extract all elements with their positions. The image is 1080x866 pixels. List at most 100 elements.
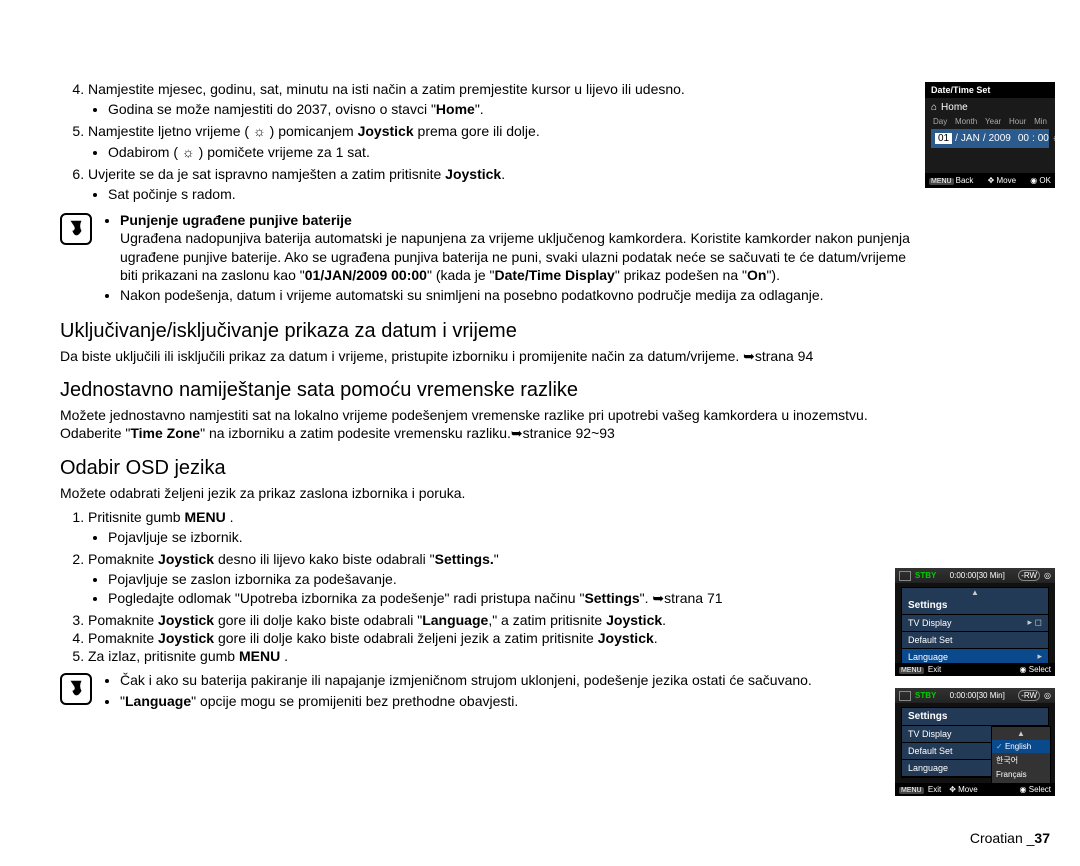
scr1-home-row: ⌂ Home bbox=[925, 98, 1055, 117]
scr1-col-headers: Day Month Year Hour Min bbox=[925, 117, 1055, 126]
scr1-home-label: Home bbox=[941, 102, 968, 113]
t: Joystick bbox=[598, 630, 654, 646]
osd-step-2: Pomaknite Joystick desno ili lijevo kako… bbox=[88, 550, 798, 607]
back-label: Back bbox=[956, 176, 974, 185]
chevron-right-icon: ▸ bbox=[1037, 651, 1042, 662]
t: gore ili dolje kako biste odabrali " bbox=[214, 612, 422, 628]
t: MENU bbox=[239, 648, 280, 664]
note-b1: Punjenje ugrađene punjive baterije bbox=[120, 212, 352, 228]
check-icon: ✓ bbox=[996, 742, 1003, 751]
t: " prikaz podešen na " bbox=[615, 267, 747, 283]
t: . bbox=[662, 612, 666, 628]
sep: / bbox=[955, 133, 958, 144]
steps-continued: Namjestite mjesec, godinu, sat, minutu n… bbox=[60, 80, 920, 203]
screenshot-column: STBY 0:00:00[30 Min] -RW ◎ ▲ Settings TV… bbox=[895, 568, 1055, 808]
body-text: Namjestite mjesec, godinu, sat, minutu n… bbox=[60, 80, 920, 712]
rw-label: -RW bbox=[1018, 570, 1040, 581]
sun-icon: ☼ bbox=[182, 144, 195, 160]
t: English bbox=[1005, 742, 1031, 751]
t: . bbox=[654, 630, 658, 646]
t: "). bbox=[766, 267, 780, 283]
t: Language bbox=[908, 763, 948, 773]
note2-li2: "Language" opcije mogu se promijeniti be… bbox=[120, 692, 812, 710]
t: Joystick bbox=[606, 612, 662, 628]
note-icon bbox=[60, 213, 92, 245]
sun-icon: ☼ bbox=[253, 123, 266, 139]
screenshot-settings: STBY 0:00:00[30 Min] -RW ◎ ▲ Settings TV… bbox=[895, 568, 1055, 676]
col-year: Year bbox=[985, 117, 1001, 126]
t: Default Set bbox=[908, 746, 953, 756]
t: Pritisnite gumb bbox=[88, 509, 184, 525]
para-b: Možete jednostavno namjestiti sat na lok… bbox=[60, 406, 920, 442]
t: Pomaknite bbox=[88, 551, 158, 567]
t: . bbox=[501, 166, 505, 182]
t: Uvjerite se da je sat ispravno namješten… bbox=[88, 166, 445, 182]
t: . bbox=[226, 509, 234, 525]
t: . bbox=[280, 648, 288, 664]
step-5: Namjestite ljetno vrijeme ( ☼ ) pomicanj… bbox=[88, 122, 920, 160]
osd2-sub2: Pogledajte odlomak "Upotreba izbornika z… bbox=[108, 589, 798, 607]
col-day: Day bbox=[933, 117, 947, 126]
step5-sub: Odabirom ( ☼ ) pomičete vrijeme za 1 sat… bbox=[108, 143, 920, 161]
t: " na izborniku a zatim podesite vremensk… bbox=[200, 425, 615, 441]
osd-step-5: Za izlaz, pritisnite gumb MENU . bbox=[88, 647, 920, 665]
t: 01/JAN/2009 00:00 bbox=[305, 267, 427, 283]
note-li-1: Punjenje ugrađene punjive baterije Ugrađ… bbox=[120, 211, 920, 284]
home-icon: ⌂ bbox=[931, 102, 937, 113]
note-icon bbox=[60, 673, 92, 705]
step6-sub: Sat počinje s radom. bbox=[108, 185, 920, 203]
chevron-right-icon: ▸ ◻ bbox=[1028, 617, 1043, 628]
t: gore ili dolje kako biste odabrali želje… bbox=[214, 630, 598, 646]
scr1-month: JAN bbox=[961, 133, 980, 144]
move-label: Move bbox=[997, 176, 1017, 185]
t: Pomaknite bbox=[88, 612, 158, 628]
col-min: Min bbox=[1034, 117, 1047, 126]
battery-icon bbox=[899, 691, 911, 701]
heading-osd-language: Odabir OSD jezika bbox=[60, 457, 920, 480]
t: ) pomičete vrijeme za 1 sat. bbox=[195, 144, 370, 160]
note2-content: Čak i ako su baterija pakiranje ili napa… bbox=[104, 671, 812, 711]
t: On bbox=[747, 267, 766, 283]
t: MENU bbox=[184, 509, 225, 525]
footer-page: 37 bbox=[1034, 830, 1050, 846]
osd-steps: Pritisnite gumb MENU . Pojavljuje se izb… bbox=[60, 508, 920, 666]
move-icon: ✥ bbox=[949, 785, 956, 794]
exit-label: Exit bbox=[928, 785, 941, 794]
row-tv-display: TV Display▸ ◻ bbox=[902, 615, 1048, 632]
osd2-sub1: Pojavljuje se zaslon izbornika za podeša… bbox=[108, 570, 798, 588]
battery-icon bbox=[899, 571, 911, 581]
stby-label: STBY bbox=[915, 571, 936, 580]
sep: / bbox=[983, 133, 986, 144]
step-4: Namjestite mjesec, godinu, sat, minutu n… bbox=[88, 80, 920, 118]
screenshot-language-select: STBY 0:00:00[30 Min] -RW ◎ Settings TV D… bbox=[895, 688, 1055, 796]
t: " bbox=[494, 551, 499, 567]
footer-lang: Croatian _ bbox=[970, 830, 1035, 846]
t: Language bbox=[125, 693, 191, 709]
note-content: Punjenje ugrađene punjive baterije Ugrađ… bbox=[104, 211, 920, 306]
osd-step-4: Pomaknite Joystick gore ili dolje kako b… bbox=[88, 629, 908, 647]
t: Za izlaz, pritisnite gumb bbox=[88, 648, 239, 664]
move-label: Move bbox=[958, 785, 978, 794]
tz-bold: Time Zone bbox=[130, 425, 200, 441]
step-6: Uvjerite se da je sat ispravno namješten… bbox=[88, 165, 920, 203]
exit-label: Exit bbox=[928, 665, 941, 674]
screenshot-date-time-set: Date/Time Set ⌂ Home Day Month Year Hour… bbox=[925, 82, 1055, 188]
manual-page: Date/Time Set ⌂ Home Day Month Year Hour… bbox=[0, 0, 1080, 866]
chevron-up-icon: ▲ bbox=[992, 727, 1050, 740]
col-month: Month bbox=[955, 117, 977, 126]
lang-francais: Français bbox=[992, 768, 1050, 781]
scr3-bottombar: MENU Exit ✥ Move ◉ Select bbox=[895, 783, 1055, 796]
t: ". ➥strana 71 bbox=[640, 590, 723, 606]
select-label: Select bbox=[1029, 665, 1051, 674]
joy-bold: Joystick bbox=[358, 123, 414, 139]
menu-tag: MENU bbox=[899, 667, 924, 674]
scr2-bottombar: MENU Exit ◉ Select bbox=[895, 663, 1055, 676]
ok-label: OK bbox=[1039, 176, 1051, 185]
scr1-value-row: 01 / JAN / 2009 00 : 00 ☼ bbox=[931, 129, 1049, 148]
t: Date/Time Display bbox=[494, 267, 614, 283]
t: Joystick bbox=[158, 612, 214, 628]
scr2-topbar: STBY 0:00:00[30 Min] -RW ◎ bbox=[895, 568, 1055, 583]
note-battery: Punjenje ugrađene punjive baterije Ugrađ… bbox=[60, 211, 920, 306]
t: Language bbox=[422, 612, 488, 628]
note2-li1: Čak i ako su baterija pakiranje ili napa… bbox=[120, 671, 812, 689]
